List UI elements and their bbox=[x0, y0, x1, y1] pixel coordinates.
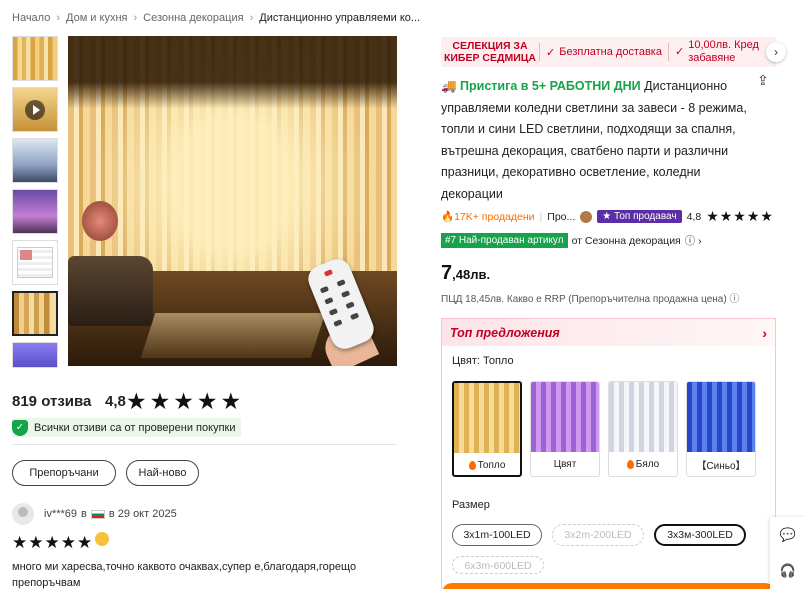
verified-notice: ✓ Всички отзиви са от проверени покупки bbox=[12, 418, 242, 437]
breadcrumb-home[interactable]: Начало bbox=[12, 12, 50, 24]
hot-icon bbox=[468, 460, 476, 470]
review-text: много ми харесва,точно каквото очаквах,с… bbox=[12, 561, 357, 589]
thumbnail-4[interactable] bbox=[12, 189, 58, 234]
reviewer-info: iv***69 в в 29 окт 2025 bbox=[44, 508, 177, 520]
support-icon[interactable]: 🎧 bbox=[780, 563, 796, 579]
filter-recommended-button[interactable]: Препоръчани bbox=[12, 460, 116, 486]
verified-text: Всички отзиви са от проверени покупки bbox=[34, 421, 236, 434]
breadcrumb-home-kitchen[interactable]: Дом и кухня bbox=[66, 12, 127, 24]
color-option-blue[interactable]: 【Синьо】 bbox=[686, 381, 756, 477]
promo-bar[interactable]: СЕЛЕКЦИЯ ЗА КИБЕР СЕДМИЦА ✓ Безплатна дос… bbox=[441, 37, 776, 67]
breadcrumb-seasonal[interactable]: Сезонна декорация bbox=[143, 12, 243, 24]
thumbnail-video[interactable] bbox=[12, 87, 58, 132]
review-stars-text: ★★★★★ bbox=[12, 533, 94, 552]
store-avatar bbox=[580, 210, 593, 223]
review-stars: ★★★★★ bbox=[12, 532, 110, 553]
breadcrumb-separator: › bbox=[249, 12, 254, 24]
help-icon: ⓘ bbox=[729, 294, 740, 305]
rrp-info[interactable]: ПЦД 18,45лв. Какво е RRP (Препоръчителна… bbox=[441, 290, 739, 305]
credit-item: ✓ 10,00лв. Кред забавяне bbox=[674, 39, 759, 64]
color-option-color[interactable]: Цвят bbox=[530, 381, 600, 477]
reviewer-name: iv***69 bbox=[44, 508, 78, 520]
promo-next-button[interactable]: › bbox=[766, 42, 786, 62]
play-icon bbox=[25, 100, 45, 120]
top-offers-header[interactable]: Топ предложения › bbox=[442, 319, 775, 346]
breadcrumb-separator: › bbox=[56, 12, 60, 24]
size-label: Размер bbox=[452, 499, 490, 511]
size-option-3x1[interactable]: 3x1m-100LED bbox=[452, 524, 542, 546]
best-seller-category: от Сезонна декорация bbox=[571, 234, 681, 247]
top-offers-panel: Топ предложения › Цвят: Топло Топло Цвят… bbox=[441, 318, 776, 589]
filter-newest-button[interactable]: Най-ново bbox=[126, 460, 199, 486]
thumbnail-1[interactable] bbox=[12, 36, 58, 81]
cyber-week-label: СЕЛЕКЦИЯ ЗА КИБЕР СЕДМИЦА bbox=[443, 40, 537, 64]
size-option-3x3[interactable]: 3x3м-300LED bbox=[654, 524, 746, 546]
product-title: 🚚 Пристига в 5+ РАБОТНИ ДНИ Дистанционно… bbox=[441, 76, 751, 205]
top-offers-title: Топ предложения bbox=[450, 325, 560, 340]
divider bbox=[12, 444, 397, 445]
check-icon: ✓ bbox=[546, 46, 556, 59]
thumbnail-5[interactable] bbox=[12, 240, 58, 285]
product-rating: 4,8 bbox=[686, 210, 702, 223]
reviewer-in: в bbox=[81, 508, 87, 520]
size-option-6x3[interactable]: 6x3m-600LED bbox=[452, 556, 544, 574]
thumbnail-6-selected[interactable] bbox=[12, 291, 58, 336]
color-label: Цвят: Топло bbox=[452, 355, 514, 367]
breadcrumb-separator: › bbox=[133, 12, 138, 24]
thumbnail-3[interactable] bbox=[12, 138, 58, 183]
info-icon: ⓘ › bbox=[684, 235, 702, 247]
price: 7,48лв. bbox=[441, 262, 490, 285]
smile-icon bbox=[95, 532, 110, 546]
size-option-3x2[interactable]: 3x2m-200LED bbox=[552, 524, 644, 546]
chevron-right-icon: › bbox=[762, 324, 767, 341]
product-stars[interactable]: ★★★★★ bbox=[706, 208, 774, 225]
side-toolbar: 💬 🎧 bbox=[770, 517, 806, 589]
color-option-white[interactable]: Бяло bbox=[608, 381, 678, 477]
bulgaria-flag-icon bbox=[90, 509, 105, 519]
main-product-image[interactable] bbox=[68, 36, 397, 366]
product-title-text: Дистанционно управляеми коледни светлини… bbox=[441, 79, 747, 201]
shield-check-icon: ✓ bbox=[12, 419, 28, 436]
price-integer: 7 bbox=[441, 262, 453, 284]
check-icon: ✓ bbox=[674, 45, 685, 58]
avatar bbox=[12, 503, 34, 525]
free-shipping-item: ✓ Безплатна доставка bbox=[546, 46, 662, 59]
share-icon[interactable]: ⇪ bbox=[757, 72, 769, 89]
chat-icon[interactable]: 💬 bbox=[780, 527, 796, 543]
hot-icon bbox=[626, 459, 634, 469]
breadcrumb: Начало › Дом и кухня › Сезонна декорация… bbox=[12, 12, 420, 24]
breadcrumb-current: Дистанционно управляеми ко... bbox=[259, 12, 421, 24]
best-seller-badge[interactable]: #7 Най-продаван артикул от Сезонна декор… bbox=[441, 233, 702, 248]
shipping-info: 🚚 Пристига в 5+ РАБОТНИ ДНИ bbox=[441, 79, 641, 93]
rating-stars: ★★★★★ bbox=[126, 388, 245, 414]
thumbnail-list bbox=[12, 36, 58, 368]
top-seller-badge: ★ Топ продавач bbox=[597, 210, 682, 223]
review-count: 819 отзива bbox=[12, 393, 92, 410]
best-seller-tag: #7 Най-продаван артикул bbox=[441, 233, 568, 248]
review-rating: 4,8 bbox=[105, 393, 126, 410]
sold-count: 🔥17K+ продадени bbox=[441, 211, 535, 223]
store-name[interactable]: Про... bbox=[547, 211, 575, 223]
product-meta: 🔥17K+ продадени | Про... ★ Топ продавач … bbox=[441, 208, 774, 225]
add-to-cart-button[interactable] bbox=[442, 583, 775, 589]
color-option-warm[interactable]: Топло bbox=[452, 381, 522, 477]
review-date: в 29 окт 2025 bbox=[108, 508, 177, 520]
price-decimal: ,48лв. bbox=[452, 267, 491, 282]
thumbnail-7[interactable] bbox=[12, 342, 58, 368]
